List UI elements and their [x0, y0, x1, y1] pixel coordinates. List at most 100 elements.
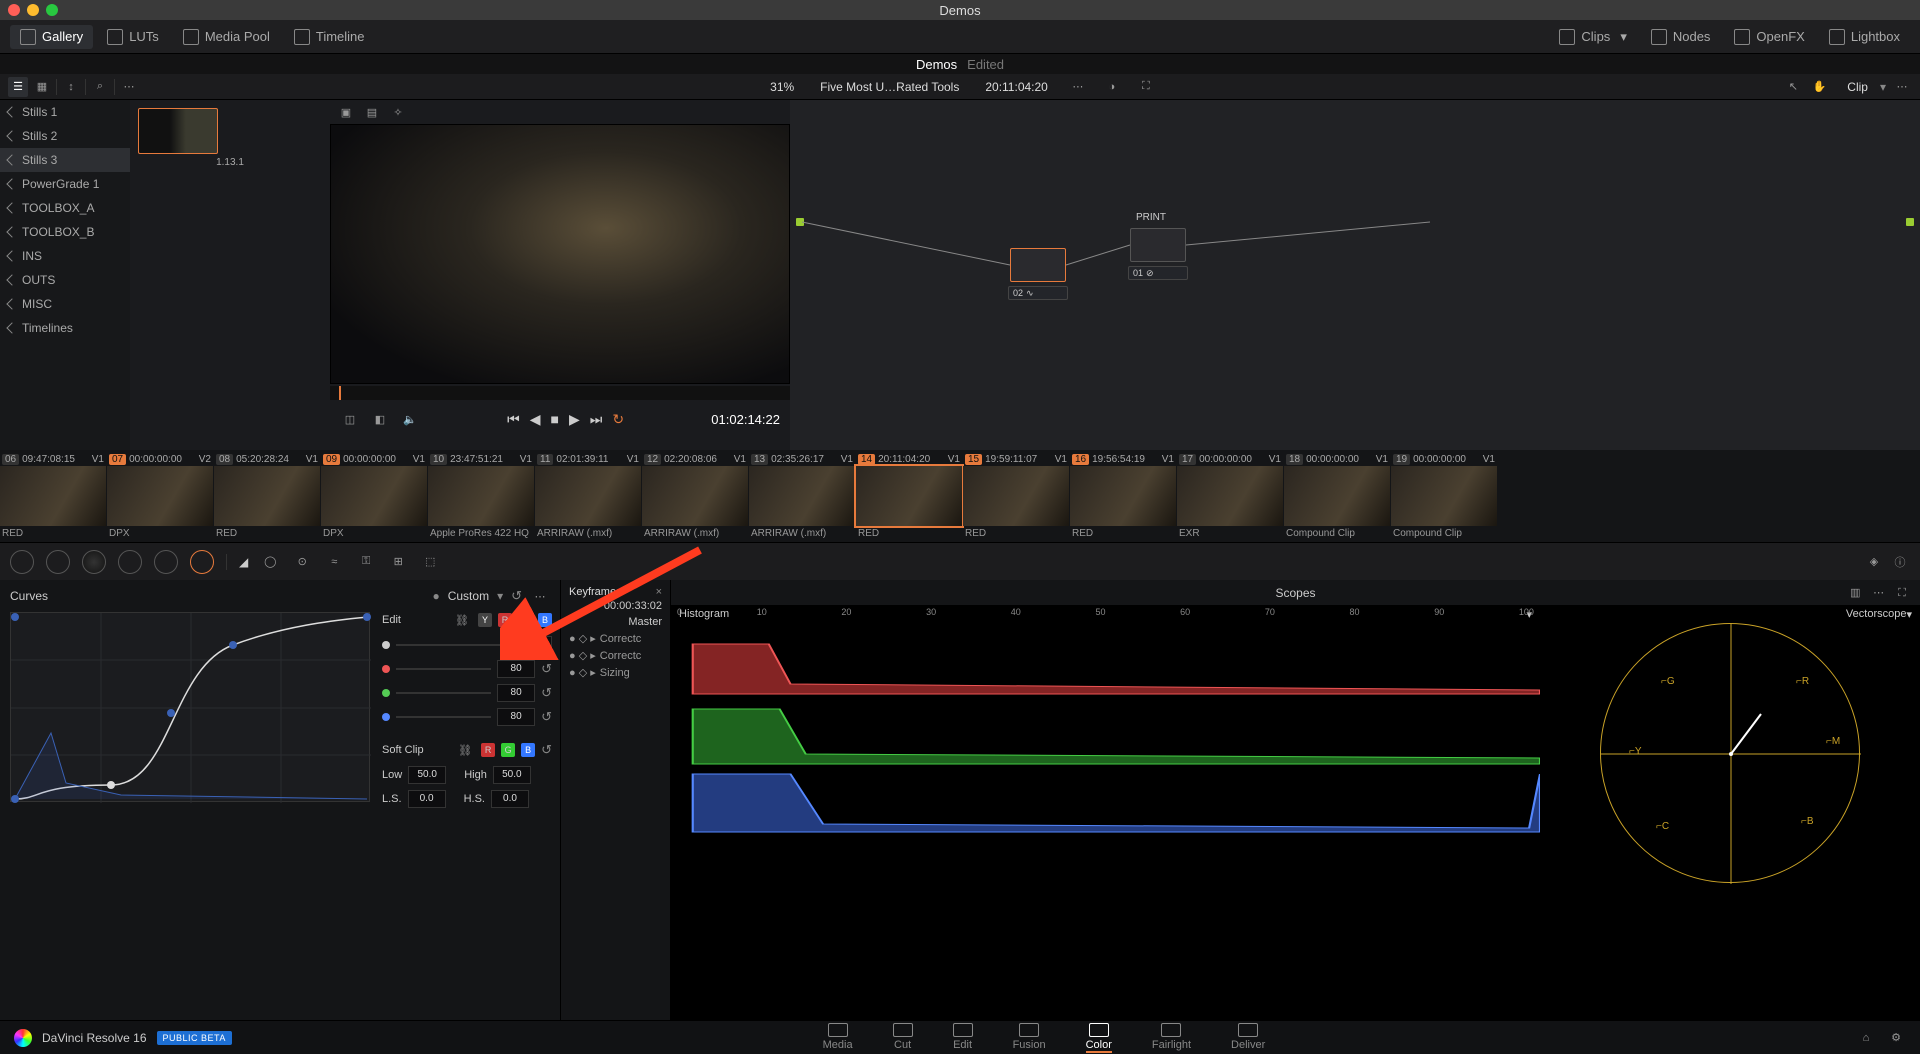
sort-icon[interactable]: ↕ [61, 77, 81, 97]
page-tab-media[interactable]: Media [823, 1023, 853, 1053]
reset-red-button[interactable]: ↺ [541, 661, 552, 677]
sidebar-item-toolbox-a[interactable]: TOOLBOX_A [0, 196, 130, 220]
clip-thumbnail[interactable]: 0700:00:00:00V2DPX [107, 452, 213, 539]
camera-raw-icon[interactable] [10, 550, 34, 574]
sidebar-item-timelines[interactable]: Timelines [0, 316, 130, 340]
sidebar-item-powergrade-1[interactable]: PowerGrade 1 [0, 172, 130, 196]
viewer-timecode[interactable]: 01:02:14:22 [711, 412, 780, 427]
grid-view-icon[interactable]: ▦ [32, 77, 52, 97]
clip-thumbnail[interactable]: 1519:59:11:07V1RED [963, 452, 1069, 539]
intensity-red-value[interactable]: 80 [497, 660, 535, 678]
stop-button[interactable]: ■ [551, 411, 559, 428]
page-tab-cut[interactable]: Cut [893, 1023, 913, 1053]
page-tab-color[interactable]: Color [1086, 1023, 1112, 1053]
project-settings-icon[interactable]: ⚙ [1886, 1028, 1906, 1048]
vectorscope-scope[interactable]: Vectorscope▾ ⌐R ⌐M ⌐B ⌐C ⌐Y ⌐G [1540, 605, 1920, 1020]
clip-group-dropdown[interactable]: Clip [1841, 80, 1874, 94]
keyframe-item[interactable]: ● ◇ ▸ Correctc [569, 647, 662, 664]
softclip-hs-value[interactable]: 0.0 [491, 790, 529, 808]
clip-thumbnail[interactable]: 1700:00:00:00V1EXR [1177, 452, 1283, 539]
color-match-icon[interactable] [46, 550, 70, 574]
maximize-window-button[interactable] [46, 4, 58, 16]
clip-thumbnail[interactable]: 1619:56:54:19V1RED [1070, 452, 1176, 539]
qualifier-icon[interactable]: ◢ [239, 555, 248, 569]
page-tab-edit[interactable]: Edit [953, 1023, 973, 1053]
curve-editor[interactable] [10, 612, 370, 802]
clip-thumbnail[interactable]: 1023:47:51:21V1Apple ProRes 422 HQ [428, 452, 534, 539]
sidebar-item-stills-2[interactable]: Stills 2 [0, 124, 130, 148]
clips-toggle[interactable]: Clips▾ [1549, 25, 1636, 49]
sizing-icon[interactable]: ⊞ [388, 552, 408, 572]
curves-reset-button[interactable]: ↺ [511, 588, 522, 604]
intensity-slider-blue[interactable] [396, 716, 491, 718]
reset-green-button[interactable]: ↺ [541, 685, 552, 701]
intensity-slider-red[interactable] [396, 668, 491, 670]
keyframe-toggle-icon[interactable]: ◈ [1864, 552, 1884, 572]
bypass-icon[interactable]: ◑ [1102, 77, 1122, 97]
keyframes-master[interactable]: Master [569, 614, 662, 630]
timeline-thumbnails[interactable]: 0609:47:08:15V1RED0700:00:00:00V2DPX0805… [0, 450, 1920, 542]
channel-r-button[interactable]: R [498, 613, 512, 627]
intensity-white-value[interactable]: 80 [514, 636, 552, 654]
playhead[interactable] [339, 386, 341, 400]
histogram-scope[interactable]: Histogram▾ 0102030405060708090100 [671, 605, 1540, 1020]
vectorscope-label[interactable]: Vectorscope [1846, 608, 1907, 621]
page-tab-fusion[interactable]: Fusion [1013, 1023, 1046, 1053]
intensity-green-value[interactable]: 80 [497, 684, 535, 702]
search-icon[interactable]: ⌕ [90, 77, 110, 97]
channel-y-button[interactable]: Y [478, 613, 492, 627]
link-icon[interactable]: ⛓ [455, 740, 475, 760]
sidebar-item-toolbox-b[interactable]: TOOLBOX_B [0, 220, 130, 244]
viewer-options-icon[interactable]: ⋯ [1068, 77, 1088, 97]
hdr-wheels-icon[interactable] [118, 550, 142, 574]
clip-thumbnail[interactable]: 0900:00:00:00V1DPX [321, 452, 427, 539]
clip-thumbnail[interactable]: 1102:01:39:11V1ARRIRAW (.mxf) [535, 452, 641, 539]
options-icon[interactable]: ⋯ [119, 77, 139, 97]
intensity-slider-white[interactable] [396, 644, 508, 646]
softclip-b-button[interactable]: B [521, 743, 535, 757]
openfx-toggle[interactable]: OpenFX [1724, 25, 1814, 49]
keyframe-item[interactable]: ● ◇ ▸ Correctc [569, 630, 662, 647]
list-view-icon[interactable]: ☰ [8, 77, 28, 97]
prev-frame-button[interactable]: ◀ [530, 411, 541, 428]
intensity-slider-green[interactable] [396, 692, 491, 694]
close-icon[interactable]: × [656, 586, 662, 598]
node-options-icon[interactable]: ⋯ [1892, 77, 1912, 97]
clip-thumbnail[interactable]: 1302:35:26:17V1ARRIRAW (.mxf) [749, 452, 855, 539]
last-frame-button[interactable]: ⏭ [590, 411, 603, 428]
lightbox-toggle[interactable]: Lightbox [1819, 25, 1910, 49]
node-graph[interactable]: 02∿ PRINT 01⊘ [790, 100, 1920, 450]
tracker-icon[interactable]: ⊙ [292, 552, 312, 572]
minimize-window-button[interactable] [27, 4, 39, 16]
curves-icon[interactable] [190, 550, 214, 574]
scope-expand-icon[interactable]: ⛶ [1892, 583, 1912, 603]
clip-thumbnail[interactable]: 1900:00:00:00V1Compound Clip [1391, 452, 1497, 539]
gallery-toggle[interactable]: Gallery [10, 25, 93, 49]
blur-icon[interactable]: ≈ [324, 552, 344, 572]
curves-options-icon[interactable]: ⋯ [530, 586, 550, 606]
wheels-icon[interactable] [82, 550, 106, 574]
node-01[interactable] [1130, 228, 1186, 262]
mute-icon[interactable]: 🔈 [400, 409, 420, 429]
close-window-button[interactable] [8, 4, 20, 16]
page-tab-fairlight[interactable]: Fairlight [1152, 1023, 1191, 1053]
node-02-bar[interactable]: 02∿ [1008, 286, 1068, 300]
mediapool-toggle[interactable]: Media Pool [173, 25, 280, 49]
first-frame-button[interactable]: ⏮ [507, 411, 520, 428]
viewer-image[interactable] [330, 124, 790, 384]
clip-thumbnail[interactable]: 0805:20:28:24V1RED [214, 452, 320, 539]
timeline-toggle[interactable]: Timeline [284, 25, 375, 49]
sidebar-item-misc[interactable]: MISC [0, 292, 130, 316]
clip-title[interactable]: Five Most U…Rated Tools [814, 80, 965, 94]
key-icon[interactable]: ⚿ [356, 552, 376, 572]
softclip-reset-button[interactable]: ↺ [541, 742, 552, 758]
link-icon[interactable]: ⛓ [452, 610, 472, 630]
windows-icon[interactable]: ◯ [260, 552, 280, 572]
sidebar-item-stills-1[interactable]: Stills 1 [0, 100, 130, 124]
project-manager-icon[interactable]: ⌂ [1856, 1028, 1876, 1048]
expand-icon[interactable]: ⛶ [1136, 77, 1156, 97]
still-thumbnail[interactable] [138, 108, 218, 154]
split-icon[interactable]: ◫ [340, 409, 360, 429]
clip-thumbnail[interactable]: 1420:11:04:20V1RED [856, 452, 962, 539]
viewer-mode-b-icon[interactable]: ▤ [362, 102, 382, 122]
